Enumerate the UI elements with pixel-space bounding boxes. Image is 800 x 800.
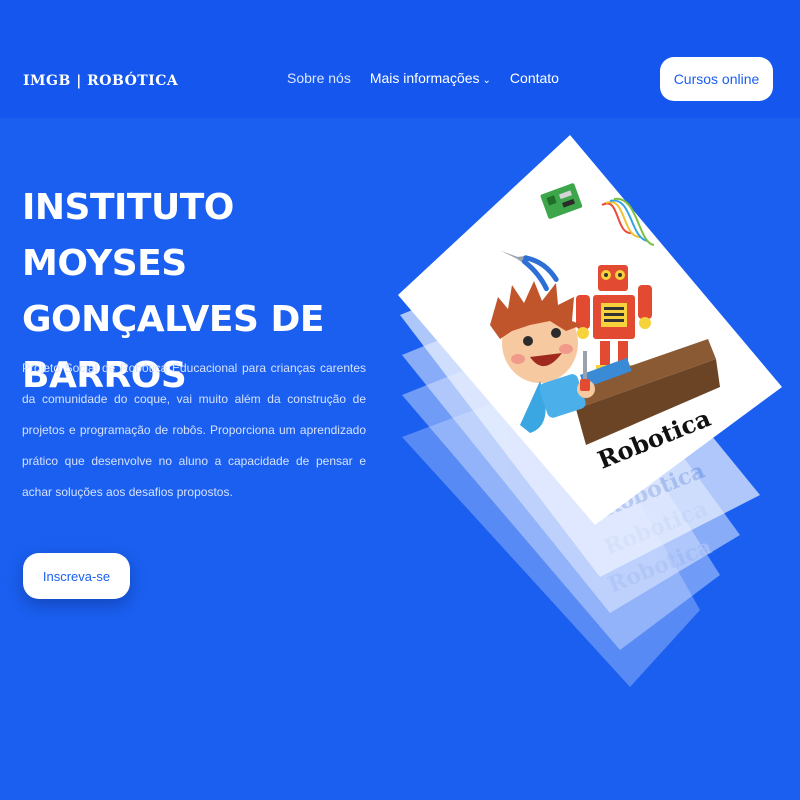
inscreva-se-button[interactable]: Inscreva-se	[23, 553, 130, 599]
nav-item-sobre[interactable]: Sobre nós	[287, 70, 351, 86]
hero-description: Projeto Social de Robótica Educacional p…	[22, 361, 366, 499]
nav-item-label: Mais informações	[369, 70, 480, 86]
nav-item-contato[interactable]: Contato	[510, 70, 559, 86]
nav-item-label: Sobre nós	[287, 70, 351, 86]
hero-title-line: INSTITUTO MOYSES	[22, 187, 234, 284]
chevron-down-icon: ⌄	[482, 75, 491, 86]
cursos-online-button[interactable]: Cursos online	[660, 57, 773, 101]
site-logo[interactable]: IMGB | ROBÓTICA	[23, 73, 178, 89]
robotics-card-stack: Robotica Robotica Robotica	[390, 125, 800, 705]
nav-item-mais-informacoes[interactable]: Mais informações ⌄	[370, 70, 491, 86]
main-nav: Sobre nós Mais informações ⌄ Contato	[287, 70, 559, 86]
site-header: IMGB | ROBÓTICA Sobre nós Mais informaçõ…	[0, 0, 800, 118]
nav-item-label: Contato	[509, 70, 559, 86]
hero-title-line: GONÇALVES DE	[22, 299, 324, 340]
